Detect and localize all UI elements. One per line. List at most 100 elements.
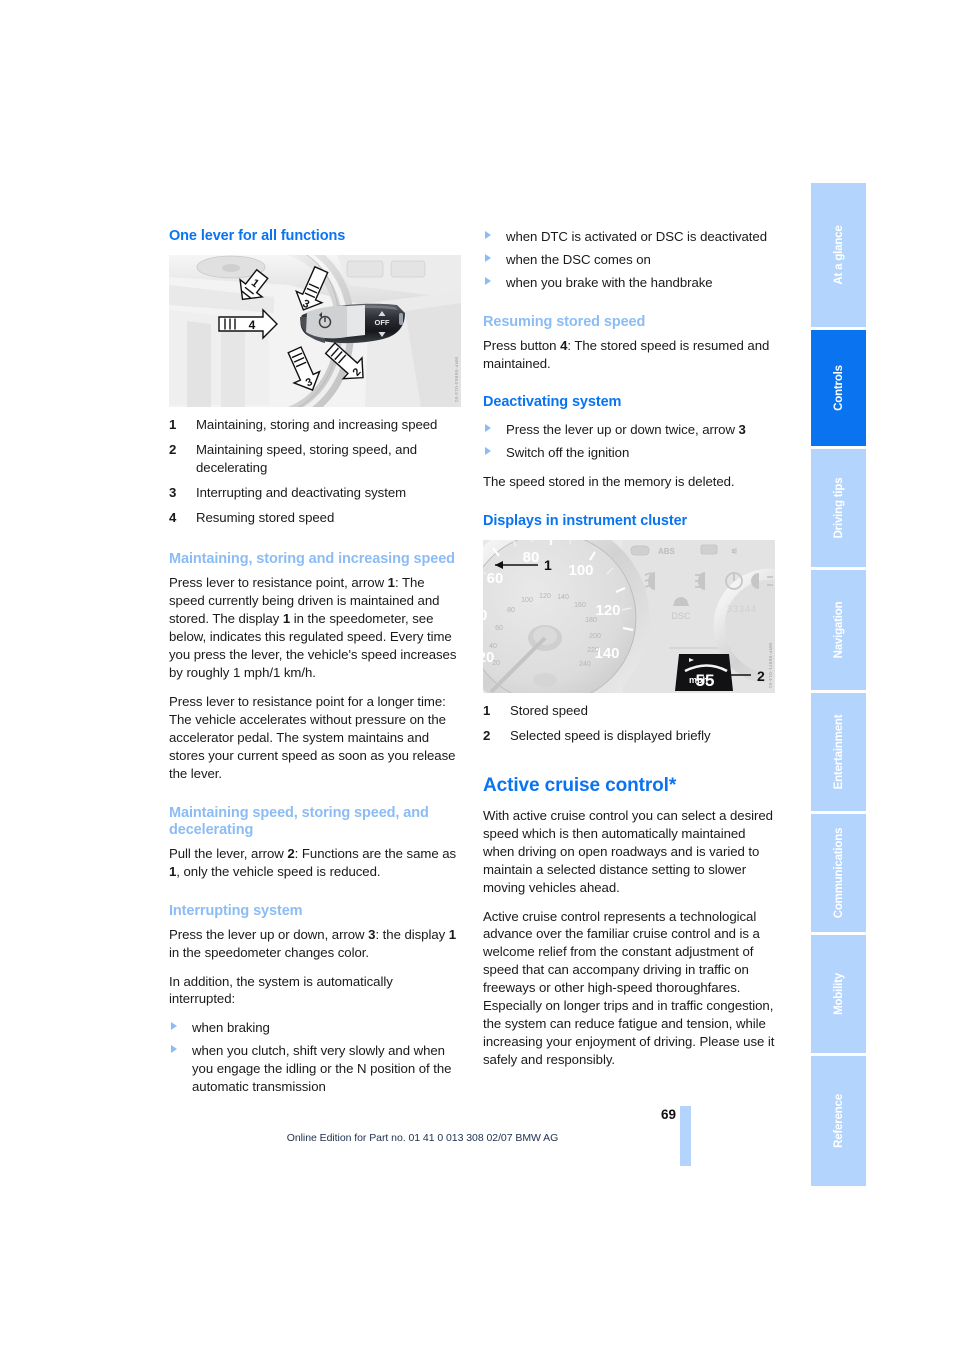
sidebar-item-label: Mobility bbox=[832, 973, 845, 1015]
legend-number: 1 bbox=[483, 702, 491, 718]
footer-text: Online Edition for Part no. 01 41 0 013 … bbox=[286, 1132, 559, 1144]
legend-number: 4 bbox=[169, 509, 177, 525]
legend-text: Maintaining speed, storing speed, and de… bbox=[196, 441, 418, 475]
list-item: Switch off the ignition bbox=[483, 444, 775, 462]
legend-number: 2 bbox=[483, 727, 491, 743]
sidebar-item-navigation[interactable]: Navigation bbox=[811, 570, 866, 690]
list-item: 4 Resuming stored speed bbox=[169, 509, 461, 527]
lever-illustration: OFF 1 4 3 3 2 bbox=[169, 254, 461, 407]
svg-text:⚟: ⚟ bbox=[731, 547, 738, 556]
figure-code-lever: MRF-06864-014-01 bbox=[454, 357, 459, 403]
sidebar-item-entertainment[interactable]: Entertainment bbox=[811, 693, 866, 811]
list-item: when braking bbox=[169, 1019, 461, 1037]
list-item: when the DSC comes on bbox=[483, 251, 775, 269]
paragraph-sub3-a: Press the lever up or down, arrow 3: the… bbox=[169, 926, 461, 962]
figure-steering-column-lever: OFF 1 4 3 3 2 MRF-06864-014-01 bbox=[169, 254, 461, 407]
manual-page: One lever for all functions OFF 1 4 3 3 … bbox=[0, 0, 954, 1351]
list-item: when DTC is activated or DSC is deactiva… bbox=[483, 228, 775, 246]
list-item: when you brake with the handbrake bbox=[483, 274, 775, 292]
legend-number: 1 bbox=[169, 416, 177, 432]
triangle-bullet-icon bbox=[485, 424, 491, 433]
svg-text:160: 160 bbox=[574, 602, 586, 609]
interrupt-bullet-list-continued: when DTC is activated or DSC is deactiva… bbox=[483, 228, 775, 292]
legend-text: Resuming stored speed bbox=[196, 509, 335, 525]
text-fragment: in the speedometer changes color. bbox=[169, 944, 369, 960]
sidebar-item-mobility[interactable]: Mobility bbox=[811, 935, 866, 1053]
inline-bold-ref: 2 bbox=[287, 846, 295, 861]
interrupt-bullet-list: when braking when you clutch, shift very… bbox=[169, 1019, 461, 1096]
paragraph-sub2: Pull the lever, arrow 2: Functions are t… bbox=[169, 845, 461, 881]
list-item: Press the lever up or down twice, arrow … bbox=[483, 421, 775, 439]
bullet-text: when DTC is activated or DSC is deactiva… bbox=[506, 229, 767, 244]
paragraph-sub3-b: In addition, the system is automatically… bbox=[169, 973, 393, 1007]
legend-text: Interrupting and deactivating system bbox=[196, 484, 407, 500]
triangle-bullet-icon bbox=[171, 1045, 177, 1054]
sidebar-item-label: Driving tips bbox=[832, 477, 845, 539]
inline-bold-ref: 3 bbox=[738, 422, 746, 438]
svg-text:OFF: OFF bbox=[375, 318, 390, 327]
sidebar-item-label: Navigation bbox=[832, 601, 845, 659]
paragraph-sub1-a: Press lever to resistance point, arrow 1… bbox=[169, 574, 461, 682]
list-item: 1 Stored speed bbox=[483, 702, 775, 720]
lever-legend-list: 1 Maintaining, storing and increasing sp… bbox=[169, 416, 461, 527]
svg-text:2: 2 bbox=[757, 668, 765, 684]
heading-active-cruise-control: Active cruise control* bbox=[483, 774, 677, 796]
subheading-maintaining-storing-increasing: Maintaining, storing and increasing spee… bbox=[169, 551, 455, 568]
text-fragment: Press lever to resistance point, arrow bbox=[169, 575, 388, 591]
footer-accent-bar bbox=[680, 1106, 691, 1166]
figure-instrument-cluster: 20 40 60 80 100 120 140 20 40 60 80 100 … bbox=[483, 539, 775, 693]
svg-text:ABS: ABS bbox=[658, 547, 676, 556]
svg-text:40: 40 bbox=[489, 643, 497, 650]
svg-text:120: 120 bbox=[595, 602, 620, 619]
list-item: when you clutch, shift very slowly and w… bbox=[169, 1042, 461, 1096]
legend-text: Selected speed is displayed briefly bbox=[510, 727, 711, 743]
paragraph-sub1-b: Press lever to resistance point for a lo… bbox=[169, 693, 456, 781]
sidebar-item-at-a-glance[interactable]: At a glance bbox=[811, 183, 866, 327]
cluster-legend-list: 1 Stored speed 2 Selected speed is displ… bbox=[483, 702, 775, 745]
subheading-resuming-stored-speed: Resuming stored speed bbox=[483, 313, 646, 330]
svg-text:240: 240 bbox=[579, 661, 591, 668]
svg-text:4: 4 bbox=[249, 318, 256, 332]
sidebar-item-label: Controls bbox=[832, 365, 845, 411]
svg-text:33344: 33344 bbox=[727, 604, 757, 614]
paragraph-sub4: Press button 4: The stored speed is resu… bbox=[483, 337, 775, 373]
text-fragment: : the display bbox=[375, 926, 449, 942]
paragraph-sub5-closing: The speed stored in the memory is delete… bbox=[483, 474, 735, 490]
bullet-text: when you clutch, shift very slowly and w… bbox=[192, 1043, 452, 1095]
triangle-bullet-icon bbox=[485, 276, 491, 285]
subheading-deactivating-system: Deactivating system bbox=[483, 394, 622, 411]
list-item: 2 Maintaining speed, storing speed, and … bbox=[169, 441, 461, 477]
svg-text:200: 200 bbox=[589, 633, 601, 640]
legend-number: 3 bbox=[169, 484, 177, 500]
list-item: 3 Interrupting and deactivating system bbox=[169, 484, 461, 502]
sidebar-item-reference[interactable]: Reference bbox=[811, 1056, 866, 1186]
sidebar-item-label: Entertainment bbox=[832, 714, 845, 790]
paragraph-acc-1: With active cruise control you can selec… bbox=[483, 807, 773, 895]
svg-text:180: 180 bbox=[585, 617, 597, 624]
svg-text:DSC: DSC bbox=[671, 611, 691, 621]
svg-text:120: 120 bbox=[539, 593, 551, 600]
figure-code-cluster: MRF-06871-014-01 bbox=[768, 643, 773, 689]
legend-text: Maintaining, storing and increasing spee… bbox=[196, 416, 438, 432]
triangle-bullet-icon bbox=[171, 1022, 177, 1031]
chapter-tab-sidebar: At a glance Controls Driving tips Naviga… bbox=[811, 183, 866, 1189]
bullet-text: Press the lever up or down twice, arrow … bbox=[506, 422, 746, 437]
page-title-one-lever: One lever for all functions bbox=[169, 228, 346, 244]
sidebar-item-driving-tips[interactable]: Driving tips bbox=[811, 449, 866, 567]
triangle-bullet-icon bbox=[485, 447, 491, 456]
bullet-text: when you brake with the handbrake bbox=[506, 274, 713, 290]
deactivating-bullet-list: Press the lever up or down twice, arrow … bbox=[483, 421, 775, 462]
sidebar-item-communications[interactable]: Communications bbox=[811, 814, 866, 932]
svg-text:40: 40 bbox=[483, 607, 487, 624]
subheading-interrupting-system: Interrupting system bbox=[169, 902, 303, 919]
text-fragment: , only the vehicle speed is reduced. bbox=[176, 863, 381, 879]
svg-text:1: 1 bbox=[544, 557, 552, 573]
inline-bold-ref: 1 bbox=[448, 926, 457, 942]
text-fragment: Pull the lever, arrow bbox=[169, 846, 288, 861]
sidebar-item-controls[interactable]: Controls bbox=[811, 330, 866, 446]
sidebar-item-label: Reference bbox=[832, 1094, 845, 1148]
svg-text:20: 20 bbox=[492, 660, 500, 667]
svg-text:100: 100 bbox=[568, 562, 593, 579]
triangle-bullet-icon bbox=[485, 253, 491, 262]
cluster-illustration: 20 40 60 80 100 120 140 20 40 60 80 100 … bbox=[483, 539, 775, 693]
